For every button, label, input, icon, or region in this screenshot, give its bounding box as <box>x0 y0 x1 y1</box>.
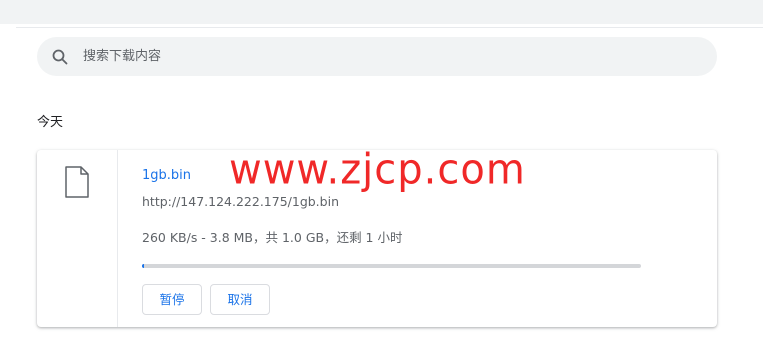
file-url[interactable]: http://147.124.222.175/1gb.bin <box>142 193 339 211</box>
cancel-button[interactable]: 取消 <box>210 284 270 315</box>
watermark-text: www.zjcp.com <box>229 145 526 195</box>
search-box[interactable]: 搜索下载内容 <box>37 37 717 76</box>
file-name-link[interactable]: 1gb.bin <box>142 167 191 185</box>
top-toolbar-strip <box>0 0 763 24</box>
date-section-heading: 今天 <box>37 115 64 130</box>
card-divider <box>117 150 118 327</box>
file-icon <box>64 166 90 198</box>
header-divider <box>16 27 763 28</box>
search-input[interactable]: 搜索下载内容 <box>83 47 161 66</box>
download-progress-bar <box>142 264 641 268</box>
pause-button[interactable]: 暂停 <box>142 284 202 315</box>
download-progress-fill <box>142 264 144 268</box>
search-icon <box>51 48 69 66</box>
download-status: 260 KB/s - 3.8 MB，共 1.0 GB，还剩 1 小时 <box>142 230 403 245</box>
